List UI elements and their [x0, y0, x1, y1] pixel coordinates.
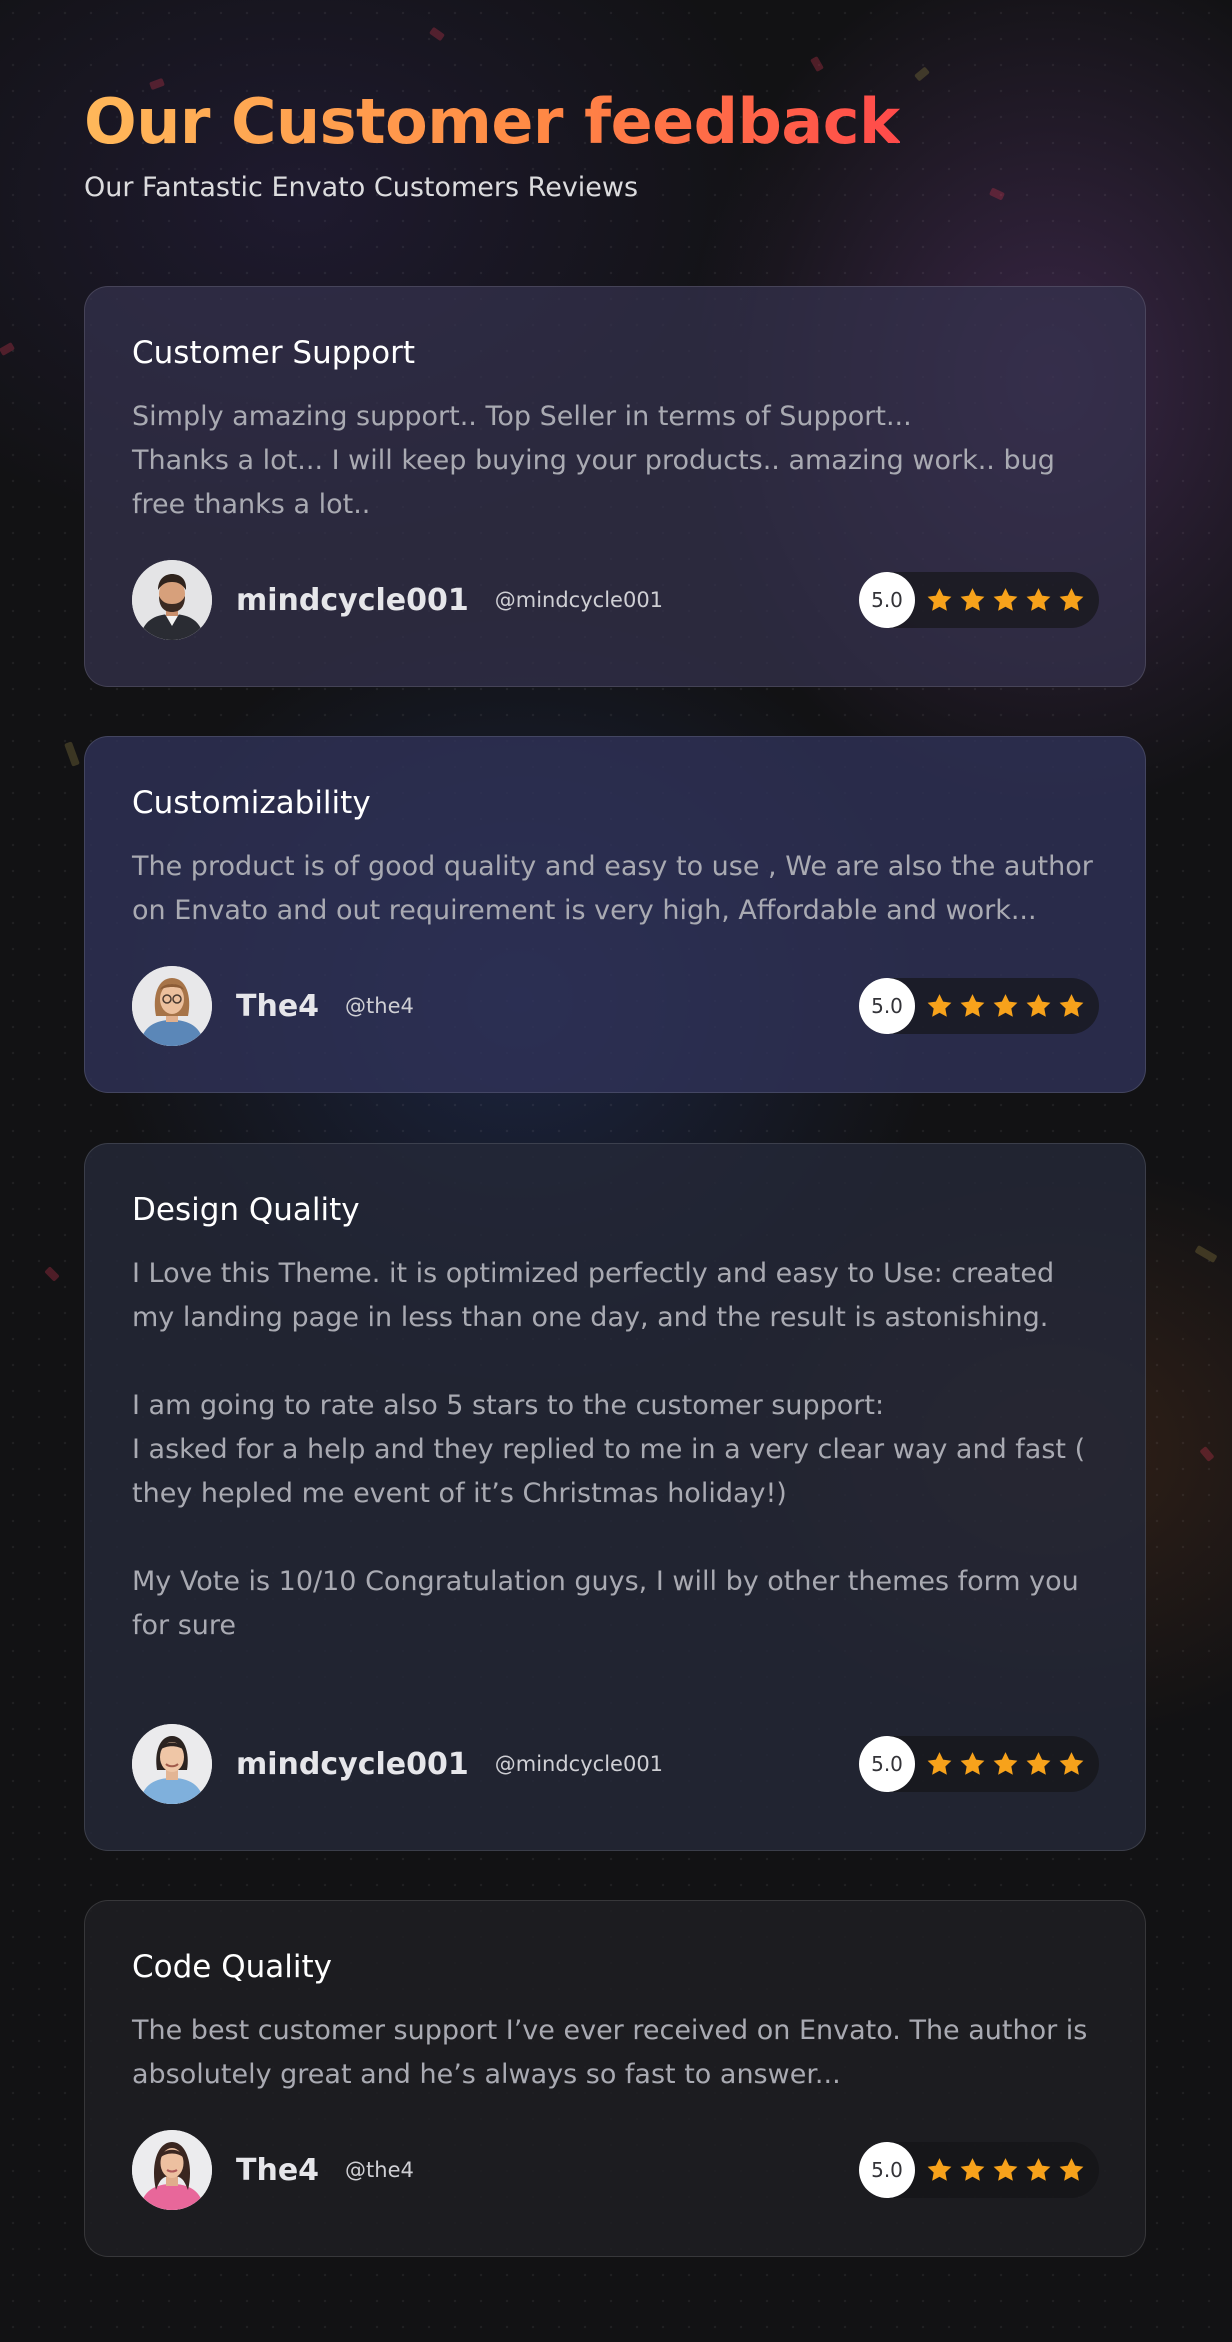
star-icon [927, 2158, 952, 2181]
star-icon [927, 588, 952, 611]
rating-badge: 5.0 [859, 978, 1099, 1034]
rating-badge: 5.0 [859, 1736, 1099, 1792]
star-icon [1059, 1752, 1084, 1775]
confetti-decoration [914, 66, 930, 82]
review-title: Customer Support [132, 335, 415, 371]
star-icon [1026, 588, 1051, 611]
user-handle: @the4 [345, 994, 414, 1018]
confetti-decoration [64, 741, 80, 767]
review-text: The product is of good quality and easy … [132, 851, 1093, 926]
man-with-beard-avatar-icon [132, 560, 212, 640]
review-text: Simply amazing support.. Top Seller in t… [132, 401, 1055, 520]
user-name: The4 [236, 2152, 320, 2188]
section-header: Our Customer feedback Our Fantastic Enva… [84, 80, 900, 203]
review-footer: The4 @the4 5.0 [132, 966, 1099, 1046]
rating-score: 5.0 [859, 572, 915, 628]
avatar [132, 966, 212, 1046]
smiling-woman-avatar-icon [132, 1724, 212, 1804]
review-card: Code Quality The best customer support I… [84, 1900, 1146, 2257]
confetti-decoration [988, 187, 1006, 201]
star-icon [1026, 994, 1051, 1017]
star-icon [993, 1752, 1018, 1775]
user-name: The4 [236, 988, 320, 1024]
star-rating [925, 1750, 1086, 1778]
rating-score: 5.0 [859, 1736, 915, 1792]
review-title: Design Quality [132, 1192, 360, 1228]
star-icon [927, 994, 952, 1017]
star-icon [1059, 994, 1084, 1017]
rating-badge: 5.0 [859, 2142, 1099, 2198]
confetti-decoration [428, 26, 446, 42]
star-icon [927, 1752, 952, 1775]
star-icon [1026, 2158, 1051, 2181]
page-subtitle: Our Fantastic Envato Customers Reviews [84, 172, 639, 203]
star-rating [925, 586, 1086, 614]
rating-badge: 5.0 [859, 572, 1099, 628]
star-icon [993, 2158, 1018, 2181]
confetti-decoration [44, 1266, 60, 1282]
woman-pink-top-avatar-icon [132, 2130, 212, 2210]
user-name: mindcycle001 [236, 1746, 469, 1782]
page-title: Our Customer feedback [84, 80, 900, 164]
user-name: mindcycle001 [236, 582, 469, 618]
review-card: Design Quality I Love this Theme. it is … [84, 1143, 1146, 1851]
review-title: Customizability [132, 785, 371, 821]
review-footer: mindcycle001 @mindcycle001 5.0 [132, 1724, 1099, 1804]
confetti-decoration [810, 55, 824, 73]
confetti-decoration [1199, 1446, 1215, 1462]
review-footer: The4 @the4 5.0 [132, 2130, 1099, 2210]
star-icon [1026, 1752, 1051, 1775]
woman-with-glasses-avatar-icon [132, 966, 212, 1046]
star-icon [1059, 588, 1084, 611]
review-text: I Love this Theme. it is optimized perfe… [132, 1258, 1086, 1641]
star-icon [960, 588, 985, 611]
avatar [132, 2130, 212, 2210]
star-rating [925, 2156, 1086, 2184]
rating-score: 5.0 [859, 978, 915, 1034]
review-title: Code Quality [132, 1949, 332, 1985]
star-icon [960, 2158, 985, 2181]
star-icon [993, 588, 1018, 611]
review-footer: mindcycle001 @mindcycle001 5.0 [132, 560, 1099, 640]
star-icon [1059, 2158, 1084, 2181]
avatar [132, 1724, 212, 1804]
star-icon [960, 994, 985, 1017]
review-card: Customizability The product is of good q… [84, 736, 1146, 1093]
review-card: Customer Support Simply amazing support.… [84, 286, 1146, 687]
confetti-decoration [1194, 1245, 1218, 1263]
review-text: The best customer support I’ve ever rece… [132, 2015, 1088, 2090]
star-rating [925, 992, 1086, 1020]
user-handle: @mindcycle001 [494, 588, 664, 612]
star-icon [993, 994, 1018, 1017]
confetti-decoration [0, 342, 16, 356]
star-icon [960, 1752, 985, 1775]
user-handle: @the4 [345, 2158, 414, 2182]
user-handle: @mindcycle001 [494, 1752, 664, 1776]
rating-score: 5.0 [859, 2142, 915, 2198]
avatar [132, 560, 212, 640]
